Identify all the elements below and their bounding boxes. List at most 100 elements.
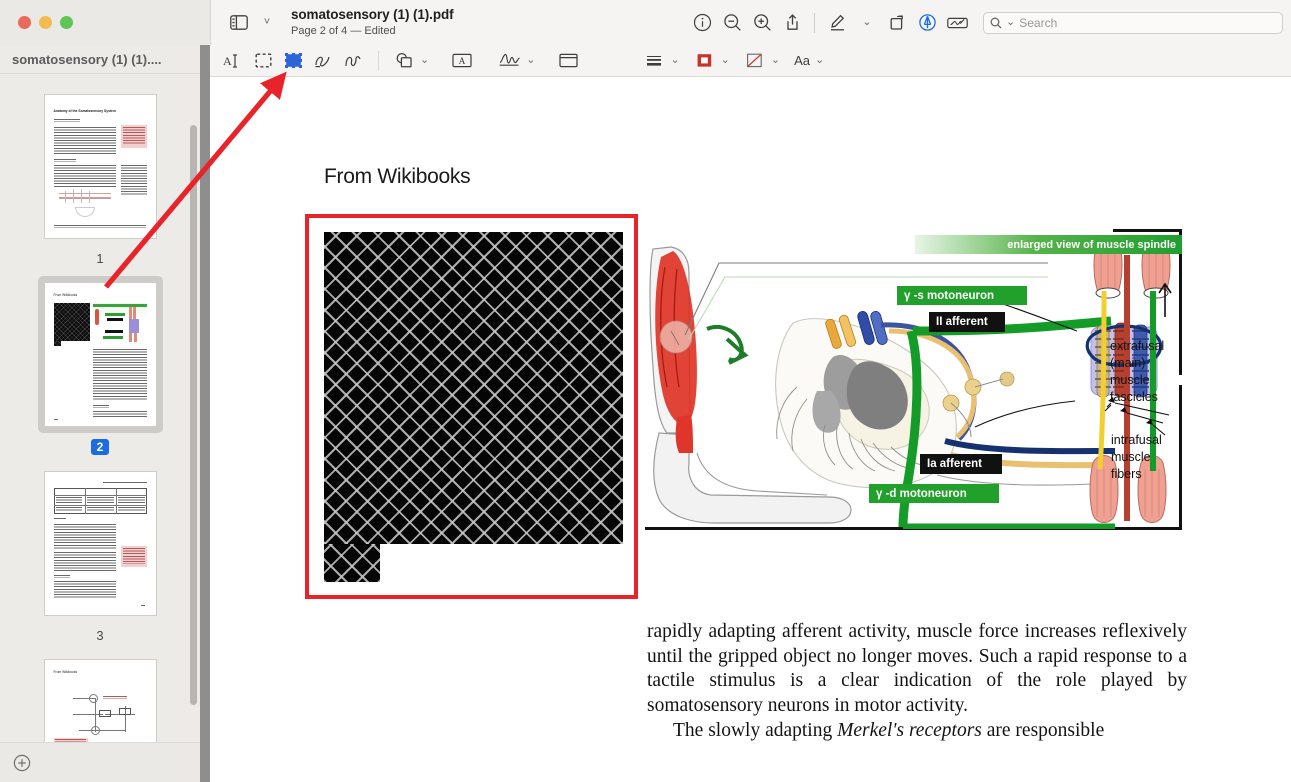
toolbar-actions: ⌄ (688, 9, 977, 37)
page-preview-1: Anatomy of the Somatosensory System (44, 95, 156, 238)
redaction-selection-frame[interactable] (305, 214, 638, 599)
red-square-swatch-icon (697, 54, 712, 67)
squiggle-alt-icon (345, 55, 361, 66)
instant-alpha-tool[interactable] (308, 48, 338, 74)
chevron-down-icon[interactable]: ⌄ (771, 55, 780, 66)
border-style-tool[interactable]: ⌄ (639, 48, 680, 74)
squiggle-icon (315, 56, 330, 67)
figure-label-ia-afferent: Ia afferent (920, 454, 1002, 474)
document-title: somatosensory (1) (1).pdf (291, 7, 454, 22)
chevron-down-icon[interactable]: ⌄ (815, 55, 824, 66)
sidebar-resize-divider[interactable] (200, 45, 210, 782)
add-page-button[interactable] (8, 749, 36, 777)
sketch-tool[interactable] (338, 48, 368, 74)
shapes-tool[interactable]: ⌄ (389, 48, 429, 74)
zoom-out-button[interactable] (718, 9, 746, 37)
chevron-down-icon: ⌄ (862, 16, 872, 28)
thumb-title-1: Anatomy of the Somatosensory System (53, 109, 116, 113)
share-button[interactable] (778, 9, 806, 37)
figure-text-extrafusal-1: extrafusal (1110, 339, 1165, 353)
thumb-title-2: From Wikibooks (53, 293, 78, 297)
svg-text:A: A (223, 54, 232, 68)
chevron-down-icon[interactable]: ⌄ (526, 55, 535, 66)
figure-label-ii-afferent: II afferent (929, 312, 1005, 332)
sidebar-toggle-icon[interactable] (225, 9, 253, 37)
search-scope-chevron-icon[interactable]: ⌄ (1006, 17, 1015, 28)
figure-text-intrafusal-1: intrafusal (1111, 433, 1162, 447)
text-cursor-icon: A (223, 54, 237, 68)
sign-tool[interactable]: ⌄ (495, 48, 535, 74)
close-window-button[interactable] (18, 16, 31, 29)
chevron-down-icon: ˅ (263, 16, 271, 28)
zoom-in-button[interactable] (748, 9, 776, 37)
thumbnail-item-1[interactable]: Anatomy of the Somatosensory System 1 (10, 88, 190, 276)
search-field[interactable]: ⌄ Search (983, 11, 1283, 34)
figure-text-intrafusal-2: muscle (1111, 450, 1151, 464)
figure-text-extrafusal-2: (main) (1110, 356, 1146, 370)
thumbnail-scroll-area[interactable]: Anatomy of the Somatosensory System 1 Fr… (0, 74, 200, 749)
minimize-window-button[interactable] (39, 16, 52, 29)
thumbnail-item-3[interactable]: 3 (10, 465, 190, 653)
chevron-down-icon[interactable]: ⌄ (420, 55, 429, 66)
redaction-block-main (324, 232, 623, 544)
note-rectangle-icon (559, 53, 578, 68)
toolbar-divider (814, 12, 815, 33)
diagonal-slash-square-icon (747, 53, 763, 68)
svg-text:A: A (459, 57, 466, 67)
note-tool[interactable] (553, 48, 583, 74)
line-weight-icon (647, 56, 662, 66)
info-button[interactable] (688, 9, 716, 37)
thumb-title-4: From Wikibooks (53, 670, 78, 674)
thumbnail-item-2[interactable]: From Wikibooks 2 (10, 276, 190, 465)
thumbnail-item-4[interactable]: From Wikibooks (10, 653, 190, 749)
document-title-block: somatosensory (1) (1).pdf Page 2 of 4 — … (291, 0, 454, 45)
chevron-down-icon[interactable]: ⌄ (670, 55, 679, 66)
page-preview-3 (44, 472, 156, 615)
text-selection-tool[interactable]: A (218, 48, 248, 74)
filled-blue-square-icon (284, 53, 302, 68)
document-body-text: rapidly adapting afferent activity, musc… (647, 620, 1187, 744)
sidebar-footer (0, 742, 200, 782)
thumbnail-sidebar: somatosensory (1) (1).... Anatomy of the… (0, 45, 200, 782)
page-preview-2: From Wikibooks (44, 283, 156, 426)
figure-text-extrafusal-3: muscle (1110, 373, 1150, 387)
thumbnail-label-2: 2 (90, 439, 110, 455)
body-paragraph-2: The slowly adapting Merkel's receptors a… (647, 719, 1187, 744)
title-bar: ˅ somatosensory (1) (1).pdf Page 2 of 4 … (0, 0, 1291, 45)
figure-label-enlarged-view: enlarged view of muscle spindle (915, 235, 1182, 254)
font-style-tool[interactable]: Aa ⌄ (794, 53, 824, 68)
body-paragraph-1: rapidly adapting afferent activity, musc… (647, 621, 1187, 717)
text-box-tool[interactable]: A (447, 48, 477, 74)
markup-dropdown-chevron-icon[interactable]: ⌄ (853, 9, 881, 37)
document-canvas[interactable]: From Wikibooks enlarged view of muscle s… (210, 77, 1291, 782)
boxed-a-icon: A (452, 53, 472, 68)
rotate-button[interactable] (883, 9, 911, 37)
signature-icon (499, 53, 520, 66)
shapes-icon (396, 52, 412, 68)
thumbnail-label-3: 3 (96, 628, 104, 643)
redaction-block-tab (324, 544, 380, 582)
annotate-button[interactable] (913, 9, 941, 37)
plus-circle-icon (13, 754, 31, 771)
dashed-rectangle-icon (255, 53, 272, 68)
markup-toolbar: A ⌄ A ⌄ ⌄ ⌄ ⌄ Aa ⌄ (210, 45, 1291, 77)
rectangular-selection-tool[interactable] (248, 48, 278, 74)
zoom-window-button[interactable] (60, 16, 73, 29)
fill-color-tool[interactable]: ⌄ (740, 48, 780, 74)
thumbnail-label-1: 1 (96, 251, 104, 266)
body-paragraph-2-text: The slowly adapting Merkel's receptors a… (673, 719, 1105, 741)
window-controls (0, 0, 210, 45)
sidebar-options-chevron-icon[interactable]: ˅ (253, 9, 281, 37)
search-icon (990, 17, 1002, 28)
sidebar-scrollbar[interactable] (190, 125, 197, 705)
chevron-down-icon[interactable]: ⌄ (721, 55, 730, 66)
figure-text-intrafusal-3: fibers (1111, 467, 1142, 481)
search-placeholder: Search (1019, 15, 1058, 30)
signature-button[interactable] (943, 9, 971, 37)
border-color-tool[interactable]: ⌄ (690, 48, 730, 74)
figure-label-gamma-s-motoneuron: γ -s motoneuron (897, 286, 1027, 305)
redact-tool[interactable] (278, 48, 308, 74)
markup-button[interactable] (823, 9, 851, 37)
figure-text-extrafusal-4: fascicles (1110, 390, 1158, 404)
preview-window: ˅ somatosensory (1) (1).pdf Page 2 of 4 … (0, 0, 1291, 782)
